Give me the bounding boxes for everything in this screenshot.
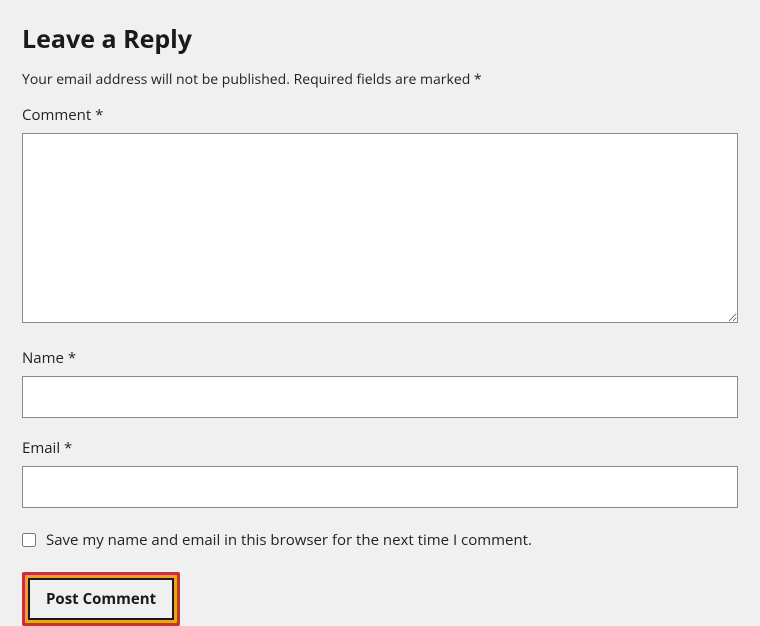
name-input[interactable]: [22, 376, 738, 418]
save-info-row: Save my name and email in this browser f…: [22, 530, 738, 550]
button-highlight-inner: Post Comment: [25, 575, 177, 623]
comment-label: Comment *: [22, 105, 738, 125]
notice-email: Your email address will not be published…: [22, 70, 290, 89]
save-info-label: Save my name and email in this browser f…: [46, 530, 532, 550]
page-title: Leave a Reply: [22, 22, 738, 56]
notice-required: Required fields are marked *: [294, 70, 482, 89]
name-label: Name *: [22, 348, 738, 368]
post-comment-button[interactable]: Post Comment: [28, 578, 174, 620]
form-notice: Your email address will not be published…: [22, 70, 738, 89]
email-label: Email *: [22, 438, 738, 458]
email-input[interactable]: [22, 466, 738, 508]
comment-textarea[interactable]: [22, 133, 738, 323]
button-highlight-outer: Post Comment: [22, 572, 180, 626]
save-info-checkbox[interactable]: [22, 533, 36, 547]
